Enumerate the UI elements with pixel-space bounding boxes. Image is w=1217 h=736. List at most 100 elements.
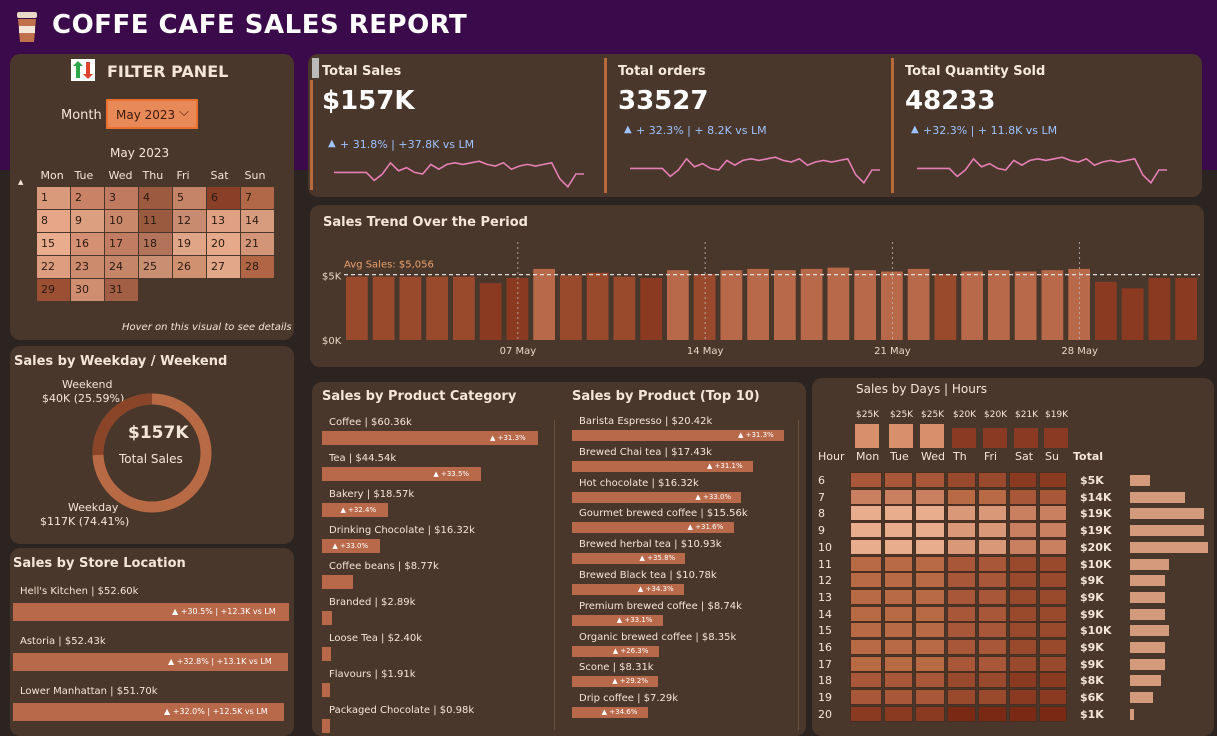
heatmap-cell[interactable] (915, 538, 945, 555)
heatmap-cell[interactable] (947, 622, 976, 639)
heatmap-cell[interactable] (978, 672, 1007, 689)
trend-bar[interactable] (693, 274, 716, 340)
hour-total-bar[interactable] (1130, 525, 1205, 537)
calendar-day[interactable]: 14 (240, 208, 275, 233)
heatmap-cell[interactable] (850, 538, 882, 555)
heatmap-cell[interactable] (850, 572, 882, 589)
heatmap-cell[interactable] (1009, 538, 1037, 555)
heatmap-cell[interactable] (850, 605, 882, 622)
calendar-collapse-icon[interactable]: ▲ (18, 178, 23, 186)
heatmap-cell[interactable] (915, 472, 945, 488)
heatmap-cell[interactable] (915, 705, 945, 722)
heatmap-cell[interactable] (884, 588, 913, 605)
heatmap-cell[interactable] (947, 639, 976, 655)
kpi-sparkline[interactable] (334, 154, 584, 194)
trend-bar[interactable] (1148, 277, 1171, 340)
heatmap-cell[interactable] (1009, 689, 1037, 706)
heatmap-cell[interactable] (884, 572, 913, 589)
calendar-day[interactable]: 11 (138, 208, 173, 233)
trend-bar[interactable] (1041, 270, 1064, 340)
heatmap-cell[interactable] (1039, 572, 1067, 589)
heatmap-cell[interactable] (850, 639, 882, 655)
hour-total-bar[interactable] (1130, 692, 1154, 704)
heatmap-cell[interactable] (850, 522, 882, 539)
day-total-bar[interactable] (855, 424, 879, 448)
trend-bar[interactable] (1175, 277, 1197, 340)
heatmap-cell[interactable] (884, 639, 913, 655)
heatmap-cell[interactable] (978, 572, 1007, 589)
heatmap-cell[interactable] (1039, 689, 1067, 706)
trend-bar[interactable] (426, 276, 448, 340)
day-total-bar[interactable] (920, 424, 944, 448)
heatmap-cell[interactable] (978, 655, 1007, 672)
heatmap-cell[interactable] (1039, 472, 1067, 488)
category-bar[interactable] (322, 611, 333, 625)
heatmap-cell[interactable] (915, 488, 945, 505)
calendar-day[interactable]: 20 (206, 231, 241, 256)
heatmap-cell[interactable] (947, 689, 976, 706)
calendar-day[interactable]: 18 (138, 231, 173, 256)
heatmap-cell[interactable] (1039, 622, 1067, 639)
trend-bar[interactable] (854, 270, 876, 340)
trend-bar[interactable] (800, 268, 823, 340)
heatmap-cell[interactable] (1009, 505, 1037, 522)
trend-bar[interactable] (747, 268, 769, 340)
category-bar[interactable] (322, 719, 330, 733)
heatmap-cell[interactable] (850, 689, 882, 706)
calendar-day[interactable]: 24 (104, 254, 139, 279)
heatmap-cell[interactable] (947, 572, 976, 589)
calendar-day[interactable]: 29 (36, 277, 71, 302)
calendar-day[interactable]: 17 (104, 231, 139, 256)
heatmap-cell[interactable] (1039, 555, 1067, 572)
heatmap-cell[interactable] (1009, 605, 1037, 622)
calendar-day[interactable]: 5 (172, 185, 207, 210)
heatmap-cell[interactable] (947, 522, 976, 539)
heatmap-cell[interactable] (978, 639, 1007, 655)
heatmap-cell[interactable] (978, 522, 1007, 539)
heatmap-cell[interactable] (1039, 639, 1067, 655)
hour-total-bar[interactable] (1130, 475, 1150, 486)
heatmap-cell[interactable] (915, 572, 945, 589)
heatmap-cell[interactable] (850, 472, 882, 488)
day-total-bar[interactable] (1044, 428, 1068, 448)
heatmap-cell[interactable] (884, 555, 913, 572)
heatmap-cell[interactable] (884, 488, 913, 505)
trend-bar[interactable] (1014, 271, 1037, 340)
heatmap-cell[interactable] (978, 488, 1007, 505)
trend-bar[interactable] (720, 270, 743, 340)
trend-bar[interactable] (827, 267, 850, 340)
heatmap-cell[interactable] (915, 555, 945, 572)
hour-total-bar[interactable] (1130, 642, 1166, 653)
heatmap-cell[interactable] (1009, 672, 1037, 689)
hour-total-bar[interactable] (1130, 625, 1169, 637)
heatmap-cell[interactable] (850, 622, 882, 639)
calendar-day[interactable]: 26 (172, 254, 207, 279)
category-bar[interactable] (322, 647, 331, 661)
heatmap-cell[interactable] (915, 622, 945, 639)
trend-bar[interactable] (586, 272, 609, 340)
heatmap-cell[interactable] (1009, 555, 1037, 572)
trend-bar[interactable] (453, 276, 475, 340)
trend-bar[interactable] (1068, 268, 1090, 340)
calendar-day[interactable]: 7 (240, 185, 275, 210)
heatmap-cell[interactable] (947, 555, 976, 572)
hour-total-bar[interactable] (1130, 508, 1205, 520)
heatmap-cell[interactable] (884, 672, 913, 689)
heatmap-cell[interactable] (1039, 522, 1067, 539)
heatmap-cell[interactable] (915, 689, 945, 706)
heatmap-cell[interactable] (884, 622, 913, 639)
trend-bar[interactable] (613, 276, 636, 340)
calendar-day[interactable]: 3 (104, 185, 139, 210)
heatmap-cell[interactable] (915, 672, 945, 689)
trend-chart[interactable]: $5K $0K Avg Sales: $5,056 07 May 14 May 21 Ma… (312, 238, 1202, 360)
heatmap-cell[interactable] (850, 655, 882, 672)
hour-total-bar[interactable] (1130, 541, 1208, 553)
trend-bar[interactable] (346, 276, 368, 340)
day-total-bar[interactable] (889, 424, 913, 448)
calendar-day[interactable]: 27 (206, 254, 241, 279)
trend-bar[interactable] (560, 275, 582, 340)
hour-total-bar[interactable] (1130, 658, 1166, 670)
heatmap-cell[interactable] (884, 655, 913, 672)
heatmap-cell[interactable] (947, 588, 976, 605)
heatmap-cell[interactable] (915, 605, 945, 622)
